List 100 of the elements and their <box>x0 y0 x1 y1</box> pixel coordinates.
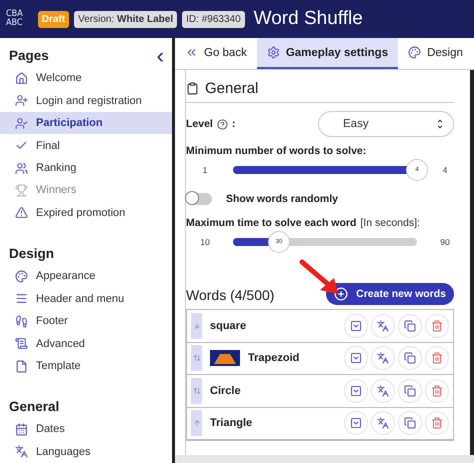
sidebar-item[interactable]: Appearance <box>0 265 172 288</box>
trash-icon <box>431 417 443 430</box>
arrow-down-icon <box>192 322 200 330</box>
sidebar-item[interactable]: Participation <box>0 112 172 134</box>
settings-icon <box>266 46 280 59</box>
double-chevron-icon <box>185 46 198 59</box>
slider-label: Maximum time to solve each word <box>186 217 356 229</box>
translate-icon <box>15 445 28 458</box>
words-title: Words (4/500) <box>186 287 274 305</box>
app-title: Word Shuffle <box>254 8 363 30</box>
clipboard-icon <box>186 82 199 95</box>
translate-button[interactable] <box>371 346 395 370</box>
trash-icon <box>431 320 443 332</box>
copy-icon <box>404 384 416 397</box>
delete-button[interactable] <box>425 346 449 370</box>
delete-button[interactable] <box>425 378 449 403</box>
section-title: Design <box>9 246 54 262</box>
id-badge: ID: #963340 <box>182 10 245 28</box>
copy-icon <box>404 352 416 364</box>
translate-icon <box>377 417 389 430</box>
sidebar-item[interactable]: Ranking <box>0 156 172 180</box>
duplicate-button[interactable] <box>398 346 422 370</box>
version-badge: Version: White Label <box>74 10 178 28</box>
translate-icon <box>377 320 389 332</box>
section-title: General <box>205 80 258 97</box>
unit-hint: [In seconds]: <box>360 217 420 229</box>
sidebar-item[interactable]: Final <box>0 134 172 157</box>
chevron-square-icon <box>350 384 362 397</box>
sidebar-item[interactable]: Languages <box>0 440 172 463</box>
word-text: Trapezoid <box>248 352 300 364</box>
slider-max: 90 <box>439 237 451 247</box>
plus-icon <box>334 287 348 301</box>
sidebar-item[interactable]: Footer <box>0 310 172 332</box>
user-check-icon <box>15 116 28 130</box>
delete-button[interactable] <box>425 411 449 436</box>
sidebar-item[interactable]: Welcome <box>0 67 172 90</box>
menu-icon <box>15 292 28 306</box>
arrow-up-icon <box>192 419 200 428</box>
palette-icon <box>15 270 28 283</box>
duplicate-button[interactable] <box>398 378 422 403</box>
users-icon <box>15 162 28 175</box>
section-title: Pages <box>9 48 49 63</box>
word-text: Circle <box>210 384 242 397</box>
slider-label: Minimum number of words to solve: <box>186 145 366 157</box>
house-icon <box>15 72 28 85</box>
scrollbar[interactable] <box>470 70 474 455</box>
tab[interactable]: Gameplay settings <box>256 38 398 69</box>
translate-icon <box>377 384 389 397</box>
level-label: Level <box>186 118 213 130</box>
create-button[interactable]: Create new words <box>326 283 454 305</box>
arrow-up-down-icon <box>192 386 200 395</box>
delete-button[interactable] <box>425 314 449 338</box>
toggle-label: Show words randomly <box>226 193 338 205</box>
scrollbar[interactable] <box>175 455 474 463</box>
trophy-icon <box>15 184 28 197</box>
translate-button[interactable] <box>371 314 395 338</box>
status-badge: Draft <box>38 10 70 28</box>
copy-icon <box>404 320 416 332</box>
expand-button[interactable] <box>344 378 368 403</box>
sidebar-item[interactable]: Template <box>0 354 172 378</box>
palette-icon <box>408 46 422 59</box>
user-plus-icon <box>15 94 28 108</box>
duplicate-button[interactable] <box>398 411 422 436</box>
slider-max: 4 <box>442 165 448 175</box>
arrow-up-down-icon <box>192 354 200 362</box>
copy-icon <box>404 417 416 430</box>
file-icon <box>15 360 28 373</box>
collapse-button[interactable]: ‹ <box>156 48 164 62</box>
label-colon: : <box>232 118 236 130</box>
toggle-switch[interactable] <box>186 193 212 205</box>
slider-min: 10 <box>199 237 211 247</box>
expand-button[interactable] <box>344 314 368 338</box>
translate-icon <box>377 352 389 364</box>
sidebar-item[interactable]: Login and registration <box>0 89 172 112</box>
sidebar-item[interactable]: Dates <box>0 418 172 441</box>
drag-handle[interactable] <box>191 378 202 404</box>
slider-min: 1 <box>202 165 208 175</box>
sidebar-item[interactable]: Advanced <box>0 332 172 355</box>
drag-handle[interactable] <box>191 312 202 339</box>
word-text: Triangle <box>210 417 254 430</box>
drag-handle[interactable] <box>191 410 202 436</box>
document-icon <box>15 337 28 350</box>
translate-button[interactable] <box>371 378 395 403</box>
level-select[interactable]: Easy <box>318 111 454 137</box>
chevron-square-icon <box>350 320 362 332</box>
drag-handle[interactable] <box>191 345 202 372</box>
sidebar-item[interactable]: Expired promotion <box>0 202 172 224</box>
sidebar-item[interactable]: Header and menu <box>0 288 172 310</box>
footprint-icon <box>15 314 28 328</box>
trash-icon <box>431 384 443 397</box>
calendar-icon <box>15 422 28 436</box>
word-text: square <box>210 320 248 332</box>
duplicate-button[interactable] <box>398 314 422 338</box>
logo: CBA ABC <box>6 10 23 28</box>
expand-button[interactable] <box>344 346 368 370</box>
translate-button[interactable] <box>371 411 395 436</box>
chevron-square-icon <box>350 352 362 364</box>
help-icon[interactable] <box>216 118 228 130</box>
chevron-square-icon <box>350 417 362 430</box>
expand-button[interactable] <box>344 411 368 436</box>
